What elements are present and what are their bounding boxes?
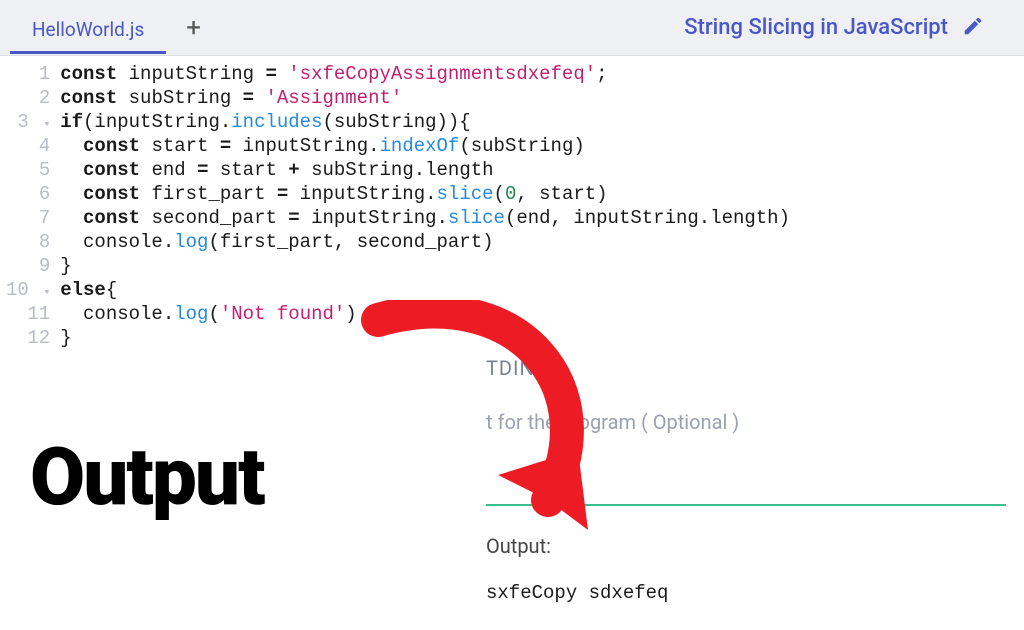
- line-number: 2: [6, 86, 50, 110]
- code-line[interactable]: console.log('Not found'): [60, 302, 1024, 326]
- code-line[interactable]: console.log(first_part, second_part): [60, 230, 1024, 254]
- line-number: 6: [6, 182, 50, 206]
- code-line[interactable]: const second_part = inputString.slice(en…: [60, 206, 1024, 230]
- line-number: 11: [6, 302, 50, 326]
- line-gutter: 123 ▾45678910 ▾1112: [0, 62, 60, 350]
- io-pane: TDIN t for the program ( Optional ) Outp…: [486, 356, 1024, 604]
- output-label: Output:: [486, 534, 1024, 558]
- annotation-output-label: Output: [30, 430, 264, 524]
- stdin-placeholder[interactable]: t for the program ( Optional ): [486, 410, 1024, 434]
- header-bar: HelloWorld.js + String Slicing in JavaSc…: [0, 0, 1024, 56]
- page-title: String Slicing in JavaScript: [684, 15, 962, 40]
- line-number: 9: [6, 254, 50, 278]
- line-number: 12: [6, 326, 50, 350]
- line-number: 10 ▾: [6, 278, 50, 302]
- code-line[interactable]: }: [60, 254, 1024, 278]
- line-number: 1: [6, 62, 50, 86]
- edit-icon[interactable]: [962, 15, 984, 41]
- file-tab[interactable]: HelloWorld.js: [10, 4, 166, 51]
- code-editor[interactable]: 123 ▾45678910 ▾1112 const inputString = …: [0, 56, 1024, 350]
- plus-icon: +: [186, 13, 201, 43]
- output-divider: [486, 504, 1006, 506]
- line-number: 8: [6, 230, 50, 254]
- code-line[interactable]: if(inputString.includes(subString)){: [60, 110, 1024, 134]
- line-number: 3 ▾: [6, 110, 50, 134]
- code-line[interactable]: const subString = 'Assignment': [60, 86, 1024, 110]
- code-line[interactable]: const first_part = inputString.slice(0, …: [60, 182, 1024, 206]
- line-number: 4: [6, 134, 50, 158]
- add-tab-button[interactable]: +: [166, 13, 221, 43]
- line-number: 5: [6, 158, 50, 182]
- code-line[interactable]: const end = start + subString.length: [60, 158, 1024, 182]
- line-number: 7: [6, 206, 50, 230]
- output-value: sxfeCopy sdxefeq: [486, 582, 1024, 604]
- code-line[interactable]: const start = inputString.indexOf(subStr…: [60, 134, 1024, 158]
- code-line[interactable]: const inputString = 'sxfeCopyAssignments…: [60, 62, 1024, 86]
- stdin-label: TDIN: [486, 356, 1024, 380]
- code-content[interactable]: const inputString = 'sxfeCopyAssignments…: [60, 62, 1024, 350]
- code-line[interactable]: else{: [60, 278, 1024, 302]
- code-line[interactable]: }: [60, 326, 1024, 350]
